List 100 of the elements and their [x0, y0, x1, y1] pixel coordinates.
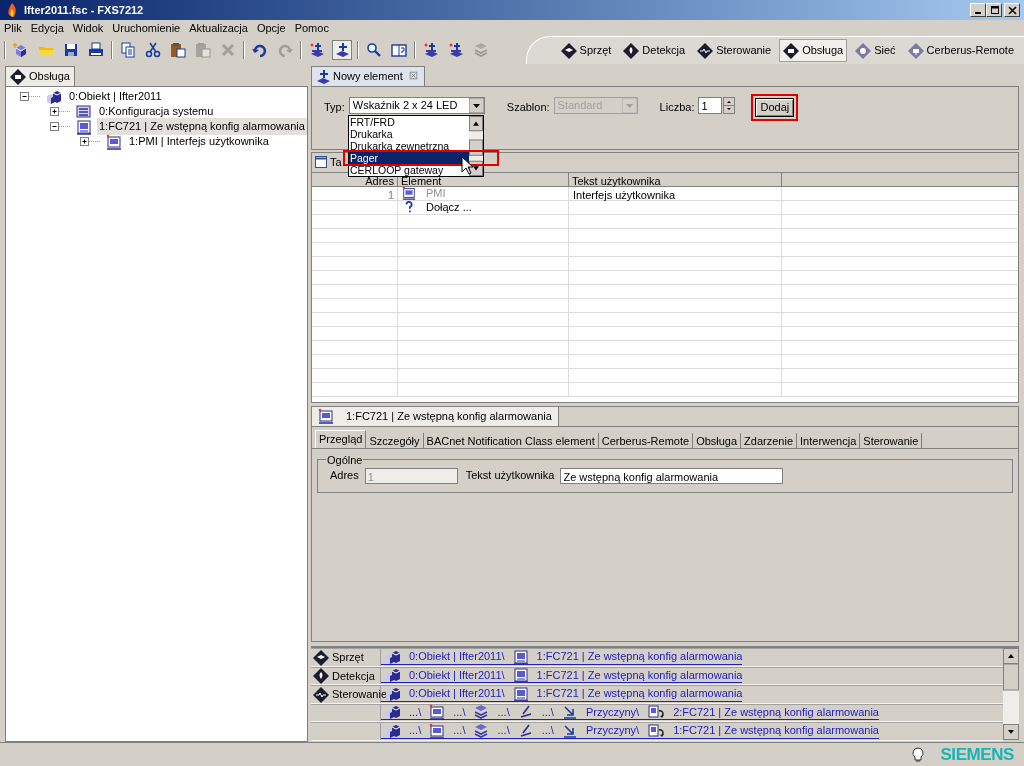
module-icon — [429, 704, 446, 721]
panel-icon — [76, 118, 92, 135]
maximize-icon — [988, 5, 1000, 15]
flame-diamond-icon — [623, 42, 640, 59]
module-icon — [106, 133, 122, 150]
scissors-icon[interactable] — [143, 40, 163, 60]
category-label: Sprzęt — [332, 650, 364, 666]
cubes-icon — [385, 667, 401, 684]
cubes-icon — [385, 704, 401, 721]
panel-icon — [512, 685, 529, 702]
dropdown-option[interactable]: FRT/FRD — [349, 116, 469, 128]
text-field[interactable]: Ze wstępną konfig alarmowania — [560, 467, 784, 484]
tab[interactable]: Zdarzenie — [741, 432, 798, 448]
window-icon — [315, 156, 327, 169]
perspective-tab[interactable]: Detekcja — [619, 39, 690, 62]
lightbulb-icon — [912, 746, 925, 763]
menu-item[interactable]: Edycja — [30, 19, 64, 37]
menu-item[interactable]: Uruchomienie — [112, 19, 181, 37]
tab[interactable]: Przegląd — [315, 429, 367, 448]
minimize-icon — [975, 11, 981, 14]
editor-tab[interactable]: Nowy element — [311, 66, 425, 86]
tab[interactable]: Cerberus-Remote — [598, 432, 694, 448]
screen-diamond-icon — [783, 42, 800, 59]
tree-item[interactable]: 1:PMI | Interfejs użytkownika — [127, 133, 271, 150]
tab[interactable]: BACnet Notification Class element — [423, 432, 599, 448]
flame-diamond-icon — [313, 668, 329, 685]
close-icon — [1006, 5, 1018, 15]
menu-item[interactable]: Opcje — [256, 19, 286, 37]
panel-icon — [512, 667, 529, 684]
close-button[interactable] — [1004, 3, 1020, 17]
tree-item[interactable]: 1:FC721 | Ze wstępną konfig alarmowania — [97, 118, 307, 135]
tree-item[interactable]: 0:Konfiguracja systemu — [97, 103, 216, 120]
window-title: Ifter2011.fsc - FXS7212 — [24, 2, 144, 18]
path-link[interactable]: ...\ — [541, 703, 554, 721]
scrollbar-icon[interactable] — [1003, 648, 1019, 741]
count-field[interactable]: 1 — [698, 97, 723, 114]
path-link[interactable]: ...\ — [497, 703, 510, 721]
close-icon[interactable] — [408, 70, 421, 83]
module-icon — [429, 722, 446, 739]
panel-tab[interactable]: Obsługa — [5, 66, 75, 86]
module-icon — [402, 186, 416, 201]
menu-item[interactable]: Plik — [4, 19, 22, 37]
hardware-diamond-icon — [560, 42, 577, 59]
perspective-tab[interactable]: Sieć — [851, 39, 900, 62]
category-label: Detekcja — [332, 668, 375, 684]
insert-element-icon[interactable] — [332, 40, 352, 60]
perspective-tab[interactable]: Obsługa — [779, 39, 848, 62]
tab[interactable]: Sterowanie — [860, 432, 923, 448]
scrollbar-icon[interactable] — [469, 116, 483, 176]
menu-item[interactable]: Widok — [72, 19, 104, 37]
menu-item[interactable]: Aktualizacja — [189, 19, 248, 37]
perspective-tab[interactable]: Sprzęt — [556, 39, 616, 62]
path-link[interactable]: 2:FC721 | Ze wstępną konfig alarmowania — [673, 703, 879, 721]
path-link[interactable]: Przyczyny\ — [585, 703, 640, 721]
type-dropdown[interactable]: Wskaźnik 2 x 24 LED — [348, 97, 485, 114]
logo: SIEMENS — [940, 743, 1014, 766]
monitor-diamond-icon — [907, 42, 924, 59]
table-cell[interactable]: Dołącz ... — [426, 199, 472, 216]
path-link[interactable]: ...\ — [497, 722, 510, 739]
dropdown-option[interactable]: Pager — [349, 152, 469, 164]
cubes-icon — [385, 722, 401, 739]
hardware-diamond-icon — [313, 649, 329, 666]
dropdown-option[interactable]: Drukarka zewnętrzna — [349, 140, 469, 152]
clipboard-icon[interactable] — [168, 40, 188, 60]
module-icon — [318, 408, 334, 425]
path-link[interactable]: 1:FC721 | Ze wstępną konfig alarmowania — [536, 685, 743, 702]
path-link[interactable]: ...\ — [409, 703, 422, 721]
path-link[interactable]: 0:Obiekt | Ifter2011\ — [409, 666, 505, 684]
copy-icon[interactable] — [118, 40, 138, 60]
path-link[interactable]: ...\ — [409, 722, 422, 739]
dropdown-option[interactable]: Drukarka — [349, 128, 469, 140]
column-header[interactable]: Tekst użytkownika — [569, 172, 782, 186]
tab[interactable]: Szczegóły — [366, 432, 424, 448]
path-link[interactable]: Przyczyny\ — [585, 722, 640, 739]
signal-diamond-icon — [313, 686, 329, 703]
spin-buttons-icon[interactable] — [723, 97, 736, 114]
dropdown-arrow-icon[interactable] — [468, 98, 484, 113]
minimize-button[interactable] — [970, 3, 986, 17]
path-link[interactable]: ...\ — [453, 722, 466, 739]
path-link[interactable]: 0:Obiekt | Ifter2011\ — [409, 685, 505, 702]
path-link[interactable]: ...\ — [541, 722, 554, 739]
path-link[interactable]: ...\ — [453, 703, 466, 721]
tab[interactable]: Obsługa — [693, 432, 742, 448]
path-link[interactable]: 1:FC721 | Ze wstępną konfig alarmowania — [536, 648, 743, 665]
path-link[interactable]: 0:Obiekt | Ifter2011\ — [409, 648, 505, 665]
tab[interactable]: Interwencja — [797, 432, 861, 448]
tree-item[interactable]: 0:Obiekt | Ifter2011 — [67, 88, 164, 105]
stack-icon — [473, 722, 490, 739]
menu-item[interactable]: Pomoc — [294, 19, 329, 37]
perspective-tab[interactable]: Cerberus-Remote — [903, 39, 1018, 62]
add-button[interactable]: Dodaj — [755, 98, 795, 117]
cubes-icon — [385, 648, 401, 665]
stack-icon — [473, 704, 490, 721]
field-label: Szablon: — [506, 100, 550, 115]
panel-return-icon — [647, 704, 666, 721]
path-link[interactable]: 1:FC721 | Ze wstępną konfig alarmowania — [673, 722, 879, 739]
path-link[interactable]: 1:FC721 | Ze wstępną konfig alarmowania — [536, 666, 743, 684]
perspective-tab[interactable]: Sterowanie — [693, 39, 776, 62]
editor-tab[interactable]: 1:FC721 | Ze wstępną konfig alarmowania — [312, 406, 559, 426]
maximize-button[interactable] — [986, 3, 1002, 17]
